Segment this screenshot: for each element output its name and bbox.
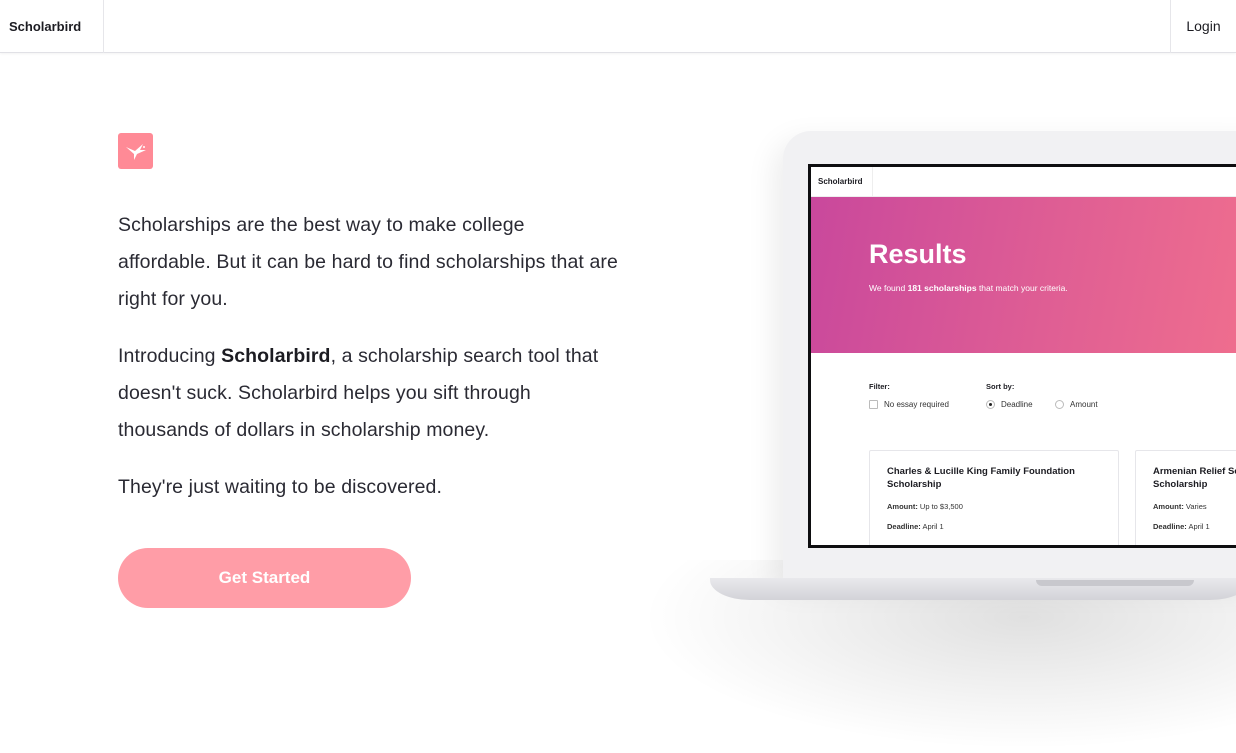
bird-logo-icon: [118, 133, 153, 169]
login-link[interactable]: Login: [1170, 0, 1236, 53]
mockup-results-subtitle: We found 181 scholarships that match you…: [869, 283, 1068, 293]
laptop-screen: Scholarbird Results We found 181 scholar…: [808, 164, 1236, 548]
brand-name-bold: Scholarbird: [221, 345, 331, 367]
mockup-sort-label: Sort by:: [986, 382, 1015, 391]
checkbox-icon: [869, 400, 878, 409]
mockup-filter-label: Filter:: [869, 382, 890, 391]
mockup-sort-amount: Amount: [1055, 400, 1098, 409]
closing-paragraph: They're just waiting to be discovered.: [118, 476, 443, 498]
top-nav: Scholarbird Login: [0, 0, 1236, 53]
mockup-filter-option: No essay required: [869, 400, 949, 409]
hero-copy: Scholarships are the best way to make co…: [118, 207, 618, 526]
mockup-results-banner: Results We found 181 scholarships that m…: [811, 197, 1236, 353]
get-started-button[interactable]: Get Started: [118, 548, 411, 608]
intro-paragraph: Scholarships are the best way to make co…: [118, 214, 618, 310]
brand-link[interactable]: Scholarbird: [0, 0, 104, 53]
bird-icon: [125, 144, 146, 160]
laptop-notch: [1036, 580, 1194, 586]
radio-selected-icon: [986, 400, 995, 409]
mockup-scholarship-card: Armenian Relief Society Scholarship Amou…: [1135, 450, 1236, 545]
mockup-results-title: Results: [869, 239, 967, 269]
mockup-scholarship-card: Charles & Lucille King Family Foundation…: [869, 450, 1119, 545]
mockup-brand: Scholarbird: [811, 167, 873, 197]
mockup-sort-deadline: Deadline: [986, 400, 1033, 409]
mockup-nav: Scholarbird: [811, 167, 1236, 197]
radio-icon: [1055, 400, 1064, 409]
description-paragraph: Introducing Scholarbird, a scholarship s…: [118, 345, 599, 441]
